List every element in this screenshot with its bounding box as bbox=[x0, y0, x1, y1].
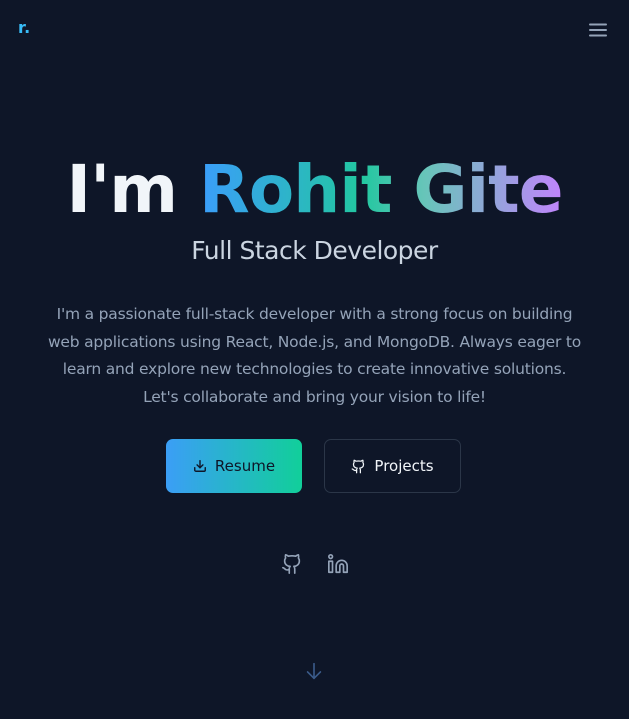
github-link[interactable] bbox=[280, 552, 304, 576]
projects-button[interactable]: Projects bbox=[324, 439, 461, 493]
hero-subtitle: Full Stack Developer bbox=[191, 236, 438, 265]
site-logo[interactable]: r. bbox=[18, 18, 31, 37]
scroll-down-button[interactable] bbox=[302, 659, 326, 683]
projects-label: Projects bbox=[374, 457, 434, 475]
linkedin-icon bbox=[327, 554, 348, 574]
hero-title: I'm Rohit Gite bbox=[0, 150, 629, 230]
download-icon bbox=[193, 460, 206, 472]
hero-greeting: I'm bbox=[66, 151, 179, 228]
menu-button[interactable] bbox=[585, 18, 611, 42]
social-links bbox=[0, 552, 629, 576]
github-icon bbox=[281, 554, 300, 574]
hamburger-menu-icon bbox=[589, 23, 607, 37]
linkedin-link[interactable] bbox=[326, 552, 350, 576]
resume-label: Resume bbox=[214, 457, 276, 475]
arrow-down-icon bbox=[306, 662, 322, 680]
hero-name: Rohit Gite bbox=[199, 151, 563, 228]
github-icon bbox=[352, 459, 365, 473]
hero-bio: I'm a passionate full-stack developer wi… bbox=[47, 305, 582, 406]
hero-page: r. I'm Rohit Gite Full Stack Developer I… bbox=[0, 0, 629, 719]
resume-button[interactable]: Resume bbox=[166, 439, 302, 493]
